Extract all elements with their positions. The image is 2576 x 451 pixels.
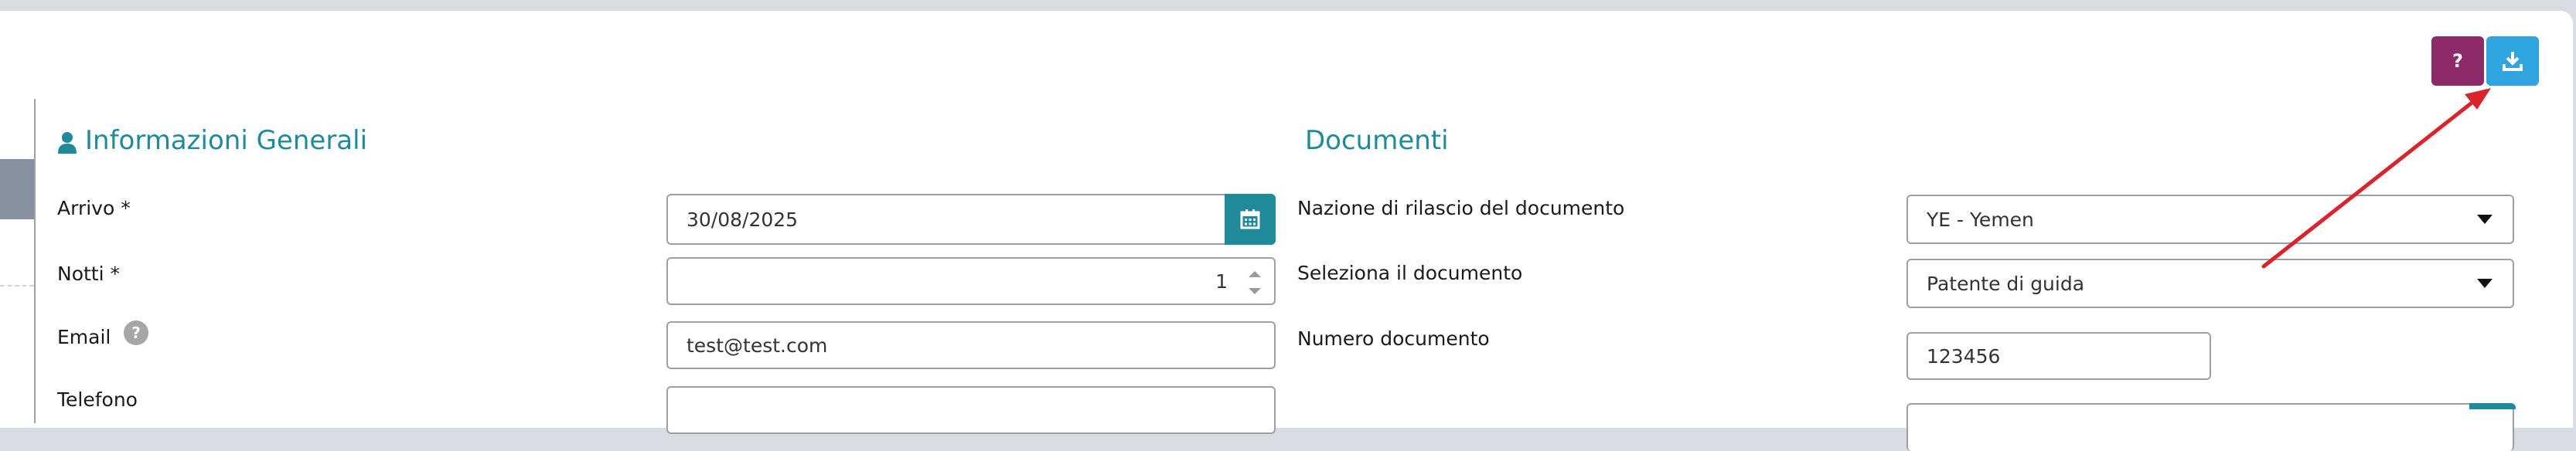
- email-label: Email: [57, 326, 111, 348]
- user-icon: [58, 132, 77, 154]
- telefono-input[interactable]: [666, 386, 1276, 434]
- sidebar-tab[interactable]: [0, 159, 34, 219]
- help-button[interactable]: ?: [2431, 36, 2484, 86]
- arrivo-label: Arrivo *: [57, 197, 131, 219]
- numero-label: Numero documento: [1297, 327, 1490, 350]
- next-field-button[interactable]: [2469, 403, 2516, 409]
- number-spinner-icon[interactable]: [1246, 263, 1263, 302]
- numero-documento-input[interactable]: 123456: [1906, 332, 2211, 380]
- chevron-down-icon: [2477, 279, 2493, 288]
- nazione-selected-value: YE - Yemen: [1927, 208, 2034, 231]
- documento-select[interactable]: Patente di guida: [1906, 259, 2514, 308]
- arrivo-date-input[interactable]: 30/08/2025: [666, 194, 1276, 245]
- next-field-input[interactable]: [1906, 403, 2514, 451]
- calendar-button[interactable]: [1225, 194, 1276, 245]
- numero-documento-value: 123456: [1927, 344, 2001, 368]
- documento-selected-value: Patente di guida: [1927, 272, 2085, 295]
- chevron-down-icon: [2477, 215, 2493, 224]
- nazione-select[interactable]: YE - Yemen: [1906, 195, 2514, 244]
- notti-label: Notti *: [57, 263, 120, 285]
- export-button[interactable]: [2486, 36, 2539, 86]
- notti-value: 1: [1215, 270, 1228, 293]
- email-value: test@test.com: [687, 334, 828, 357]
- sidebar-divider: [0, 285, 34, 287]
- calendar-icon: [1240, 209, 1260, 229]
- arrivo-date-value: 30/08/2025: [687, 208, 799, 231]
- help-button-label: ?: [2452, 50, 2463, 72]
- question-circle-icon[interactable]: ?: [124, 320, 148, 345]
- sidebar-border: [34, 99, 36, 423]
- notti-number-input[interactable]: 1: [666, 257, 1276, 305]
- documento-label: Seleziona il documento: [1297, 262, 1523, 284]
- nazione-label: Nazione di rilascio del documento: [1297, 197, 1625, 219]
- email-input[interactable]: test@test.com: [666, 321, 1276, 369]
- general-section-title: Informazioni Generali: [85, 125, 368, 156]
- download-icon: [2503, 52, 2523, 71]
- telefono-label: Telefono: [57, 388, 138, 411]
- documents-section-title: Documenti: [1305, 125, 1449, 156]
